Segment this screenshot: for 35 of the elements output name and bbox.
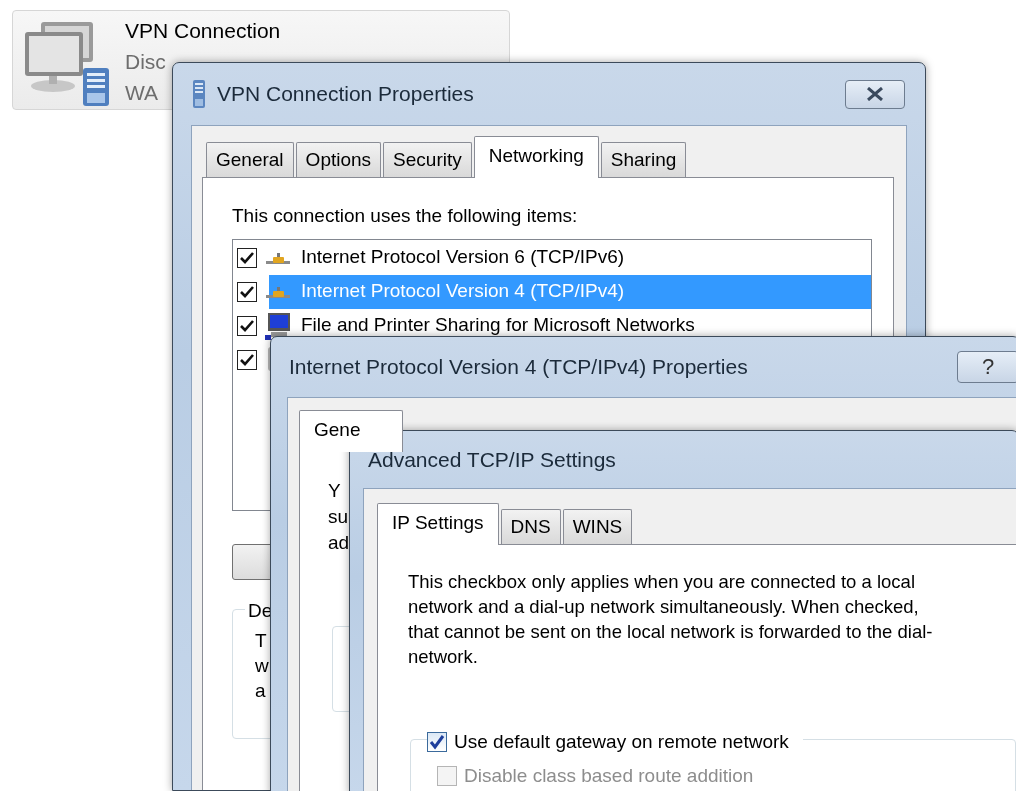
tab[interactable]: Security <box>383 142 472 177</box>
checkbox[interactable] <box>427 732 447 753</box>
connection-name: VPN Connection <box>125 20 281 41</box>
help-button[interactable]: ? <box>957 351 1016 383</box>
description-text: T <box>255 628 267 653</box>
tab[interactable]: General <box>206 142 294 177</box>
checkbox[interactable] <box>237 247 257 268</box>
window-title: VPN Connection Properties <box>217 81 474 108</box>
items-label: This connection uses the following items: <box>232 204 579 228</box>
tab[interactable]: Gene <box>299 410 403 452</box>
tab[interactable]: Options <box>295 142 382 177</box>
connection-status: Disc <box>125 51 166 72</box>
computer-icon <box>265 311 291 340</box>
close-button[interactable] <box>845 79 905 109</box>
server-icon <box>191 79 207 109</box>
tab[interactable]: Sharing <box>600 142 687 177</box>
intro-text: ad <box>328 531 350 555</box>
description-text: w <box>255 653 269 678</box>
description-text: a <box>255 678 266 703</box>
tab[interactable]: Networking <box>473 136 599 178</box>
list-item-label[interactable]: File and Printer Sharing for Microsoft Networks <box>299 315 697 336</box>
window-title: Internet Protocol Version 4 (TCP/IPv4) Properties <box>289 354 748 381</box>
device-name: WA <box>125 82 159 103</box>
tab[interactable]: IP Settings <box>377 503 499 545</box>
checkbox[interactable] <box>237 349 257 370</box>
checkbox[interactable] <box>237 315 257 336</box>
tab[interactable]: WINS <box>562 509 633 544</box>
checkbox-label[interactable]: Use default gateway on remote network <box>454 728 789 757</box>
note-text: This checkbox only applies when you are connected to a local network and a dial-up network simultaneously. When checked, that cannot be sent on the local network is forwarded to the dial- network. <box>408 570 934 669</box>
list-item-label[interactable]: Internet Protocol Version 6 (TCP/IPv6) <box>299 247 627 268</box>
checkbox[interactable] <box>237 281 257 302</box>
tab[interactable]: DNS <box>500 509 561 544</box>
intro-text: su <box>328 505 349 529</box>
close-icon <box>865 87 885 101</box>
intro-text: Y <box>328 479 341 503</box>
